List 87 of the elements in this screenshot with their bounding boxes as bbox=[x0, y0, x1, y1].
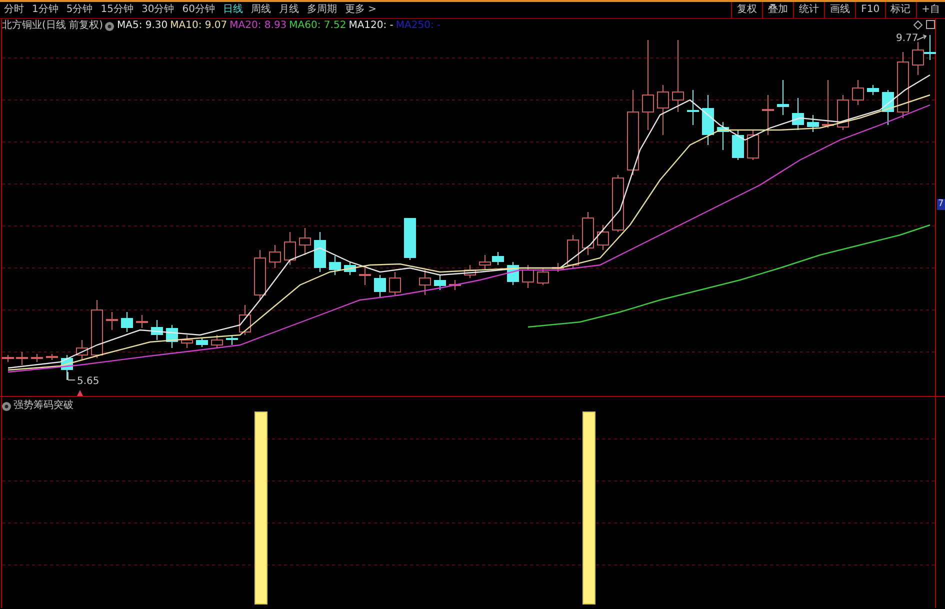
candlestick bbox=[882, 90, 894, 126]
candlestick bbox=[822, 80, 834, 128]
period-tab[interactable]: 30分钟 bbox=[137, 2, 178, 18]
candlestick bbox=[747, 130, 759, 160]
candlestick bbox=[269, 244, 281, 268]
candlestick bbox=[419, 270, 431, 296]
candlestick bbox=[404, 218, 416, 260]
candlestick bbox=[867, 84, 879, 96]
candlestick bbox=[434, 274, 446, 290]
candlestick bbox=[359, 268, 371, 286]
period-tab[interactable]: 更多 > bbox=[340, 2, 381, 18]
period-tab[interactable]: 月线 bbox=[274, 2, 303, 18]
candlestick bbox=[76, 340, 88, 360]
candlestick bbox=[537, 268, 549, 286]
candlestick bbox=[46, 354, 58, 360]
square-icon[interactable] bbox=[926, 20, 935, 29]
candlestick bbox=[687, 90, 699, 126]
price-tag: 7 bbox=[937, 199, 945, 210]
candlestick bbox=[166, 324, 178, 348]
candlestick bbox=[329, 256, 341, 276]
triangle-marker bbox=[77, 390, 83, 396]
candlestick bbox=[837, 94, 849, 130]
period-tab[interactable]: 多周期 bbox=[302, 2, 341, 18]
candlestick bbox=[479, 254, 491, 270]
candlestick bbox=[912, 42, 924, 76]
period-tab[interactable]: 周线 bbox=[246, 2, 275, 18]
period-tab[interactable]: 分时 bbox=[0, 2, 28, 18]
candlestick bbox=[897, 52, 909, 118]
candlestick bbox=[924, 34, 936, 60]
candlestick bbox=[16, 352, 28, 366]
moving-average-value: MA20: 8.93 bbox=[230, 19, 287, 33]
candlestick bbox=[702, 94, 714, 146]
candlestick bbox=[449, 280, 461, 290]
candlestick bbox=[2, 354, 14, 362]
moving-average-value: MA60: 7.52 bbox=[289, 19, 346, 33]
moving-average-value: MA5: 9.30 bbox=[116, 19, 168, 33]
period-tab[interactable]: 15分钟 bbox=[96, 2, 138, 18]
candlestick bbox=[732, 130, 744, 160]
chart-title: 北方铜业(日线 前复权) bbox=[2, 19, 103, 33]
moving-average-value: MA10: 9.07 bbox=[170, 19, 228, 33]
leader-line bbox=[68, 372, 76, 380]
candlestick bbox=[211, 334, 223, 348]
candlestick bbox=[314, 232, 326, 272]
candlestick bbox=[299, 228, 311, 256]
candlestick bbox=[717, 122, 729, 150]
moving-average-value: MA250: - bbox=[396, 19, 441, 33]
low-price-label: 5.65 bbox=[77, 376, 100, 387]
candlestick bbox=[344, 262, 356, 276]
candlestick bbox=[196, 338, 208, 348]
indicator-title: 强势筹码突破 bbox=[14, 399, 74, 413]
candlestick bbox=[507, 262, 519, 286]
candlestick bbox=[181, 334, 193, 348]
period-tab[interactable]: 日线 bbox=[218, 2, 247, 18]
period-tab[interactable]: 5分钟 bbox=[62, 2, 97, 18]
period-tab[interactable]: 60分钟 bbox=[178, 2, 219, 18]
high-price-label: 9.77 bbox=[896, 33, 918, 44]
candlestick bbox=[582, 212, 594, 256]
candlestick bbox=[61, 354, 73, 380]
candlestick bbox=[284, 232, 296, 266]
moving-average-value: MA120: - bbox=[348, 19, 394, 33]
candlestick bbox=[612, 174, 624, 232]
candlestick bbox=[522, 264, 534, 288]
settings-icon[interactable] bbox=[2, 402, 11, 410]
candlestick bbox=[597, 224, 609, 250]
candlestick bbox=[777, 80, 789, 116]
candlestick bbox=[762, 94, 774, 136]
candlestick bbox=[374, 274, 386, 298]
diamond-icon[interactable] bbox=[913, 20, 923, 30]
candlestick bbox=[552, 262, 564, 272]
candlestick bbox=[254, 250, 266, 300]
candlestick bbox=[121, 312, 133, 332]
candlestick bbox=[151, 320, 163, 340]
candlestick bbox=[567, 234, 579, 268]
settings-icon[interactable] bbox=[105, 22, 114, 30]
candlestick bbox=[389, 272, 401, 296]
candlestick bbox=[106, 312, 118, 330]
candlestick bbox=[31, 354, 43, 362]
candlestick bbox=[807, 114, 819, 132]
candlestick bbox=[91, 300, 103, 358]
candlestick bbox=[492, 252, 504, 266]
candlestick bbox=[464, 264, 476, 278]
candlestick bbox=[657, 84, 669, 136]
period-tab[interactable]: 1分钟 bbox=[28, 2, 62, 18]
candlestick bbox=[792, 98, 804, 130]
candlestick bbox=[136, 314, 148, 328]
leader-line bbox=[916, 34, 927, 40]
candlestick bbox=[852, 80, 864, 106]
